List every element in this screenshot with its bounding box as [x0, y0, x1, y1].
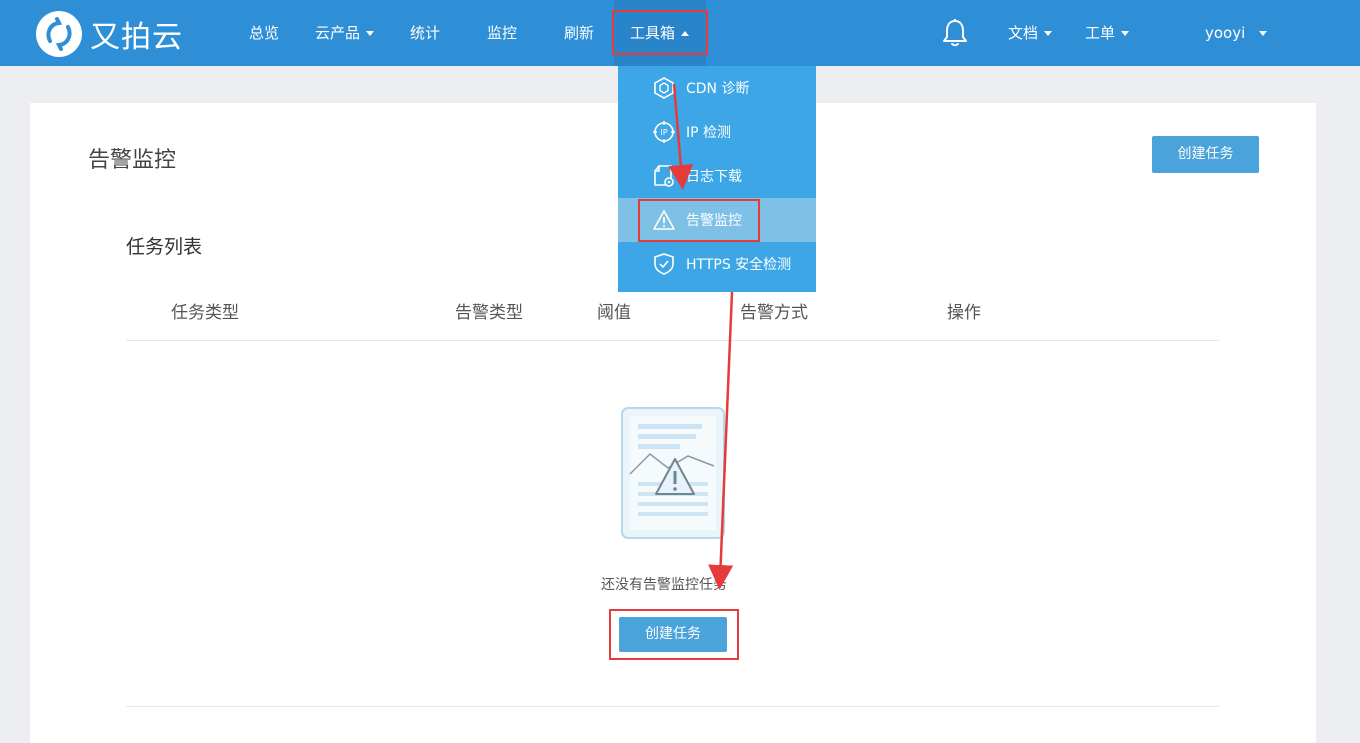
create-task-button-empty[interactable]: 创建任务	[619, 617, 727, 652]
column-header-alert-method: 告警方式	[740, 303, 808, 323]
menu-item-alert-monitor[interactable]: 告警监控	[618, 198, 816, 242]
menu-item-ip-check[interactable]: IP IP 检测	[618, 110, 816, 154]
nav-toolbox-label: 工具箱	[630, 24, 676, 42]
caret-down-icon	[1259, 31, 1268, 36]
nav-stats[interactable]: 统计	[410, 0, 440, 66]
caret-down-icon	[1044, 31, 1053, 36]
top-nav-bar: 又拍云 总览 云产品 统计 监控 刷新 工具箱 文档 工单 yooyi	[0, 0, 1360, 66]
notification-bell-icon[interactable]	[941, 18, 969, 48]
log-gear-icon	[654, 165, 674, 187]
section-title-task-list: 任务列表	[126, 236, 203, 258]
column-header-actions: 操作	[947, 303, 981, 323]
empty-state-illustration	[618, 404, 728, 542]
menu-item-label: HTTPS 安全检测	[686, 257, 792, 273]
menu-item-log-download[interactable]: 日志下载	[618, 154, 816, 198]
caret-down-icon	[1121, 31, 1130, 36]
brand-name: 又拍云	[90, 20, 183, 55]
menu-item-label: 日志下载	[686, 169, 742, 185]
username: yooyi	[1205, 24, 1246, 42]
nav-products[interactable]: 云产品	[315, 0, 375, 66]
menu-item-label: IP 检测	[686, 125, 732, 141]
nav-docs-label: 文档	[1008, 24, 1039, 42]
menu-item-label: 告警监控	[686, 213, 742, 229]
nav-tickets[interactable]: 工单	[1085, 0, 1130, 66]
shield-check-icon	[654, 253, 674, 275]
column-header-task-type: 任务类型	[171, 303, 239, 323]
warning-triangle-icon	[653, 210, 675, 230]
menu-item-cdn-diagnosis[interactable]: CDN 诊断	[618, 66, 816, 110]
toolbox-dropdown-menu: CDN 诊断 IP IP 检测 日志下载 告警监控 HTTPS 安全检测	[618, 66, 816, 292]
nav-monitor[interactable]: 监控	[487, 0, 517, 66]
ip-target-icon: IP	[653, 121, 675, 143]
column-header-threshold: 阈值	[597, 303, 631, 323]
nav-docs[interactable]: 文档	[1008, 0, 1053, 66]
menu-item-https-check[interactable]: HTTPS 安全检测	[618, 242, 816, 286]
nav-toolbox[interactable]: 工具箱	[614, 0, 706, 66]
empty-state-message: 还没有告警监控任务	[601, 577, 727, 593]
column-header-alert-type: 告警类型	[455, 303, 523, 323]
nav-overview[interactable]: 总览	[249, 0, 279, 66]
table-header-divider	[126, 340, 1219, 341]
create-task-button-top[interactable]: 创建任务	[1152, 136, 1259, 173]
nav-user-menu[interactable]: yooyi	[1205, 0, 1268, 66]
caret-up-icon	[681, 31, 690, 36]
nav-products-label: 云产品	[315, 24, 361, 42]
nav-tickets-label: 工单	[1085, 24, 1116, 42]
nav-refresh[interactable]: 刷新	[564, 0, 594, 66]
hexagon-icon	[654, 77, 674, 99]
caret-down-icon	[366, 31, 375, 36]
logo-icon	[36, 11, 82, 57]
svg-text:IP: IP	[660, 128, 667, 137]
table-bottom-divider	[126, 706, 1219, 707]
page-title: 告警监控	[88, 148, 177, 173]
menu-item-label: CDN 诊断	[686, 81, 750, 97]
brand-logo[interactable]: 又拍云	[36, 11, 183, 57]
